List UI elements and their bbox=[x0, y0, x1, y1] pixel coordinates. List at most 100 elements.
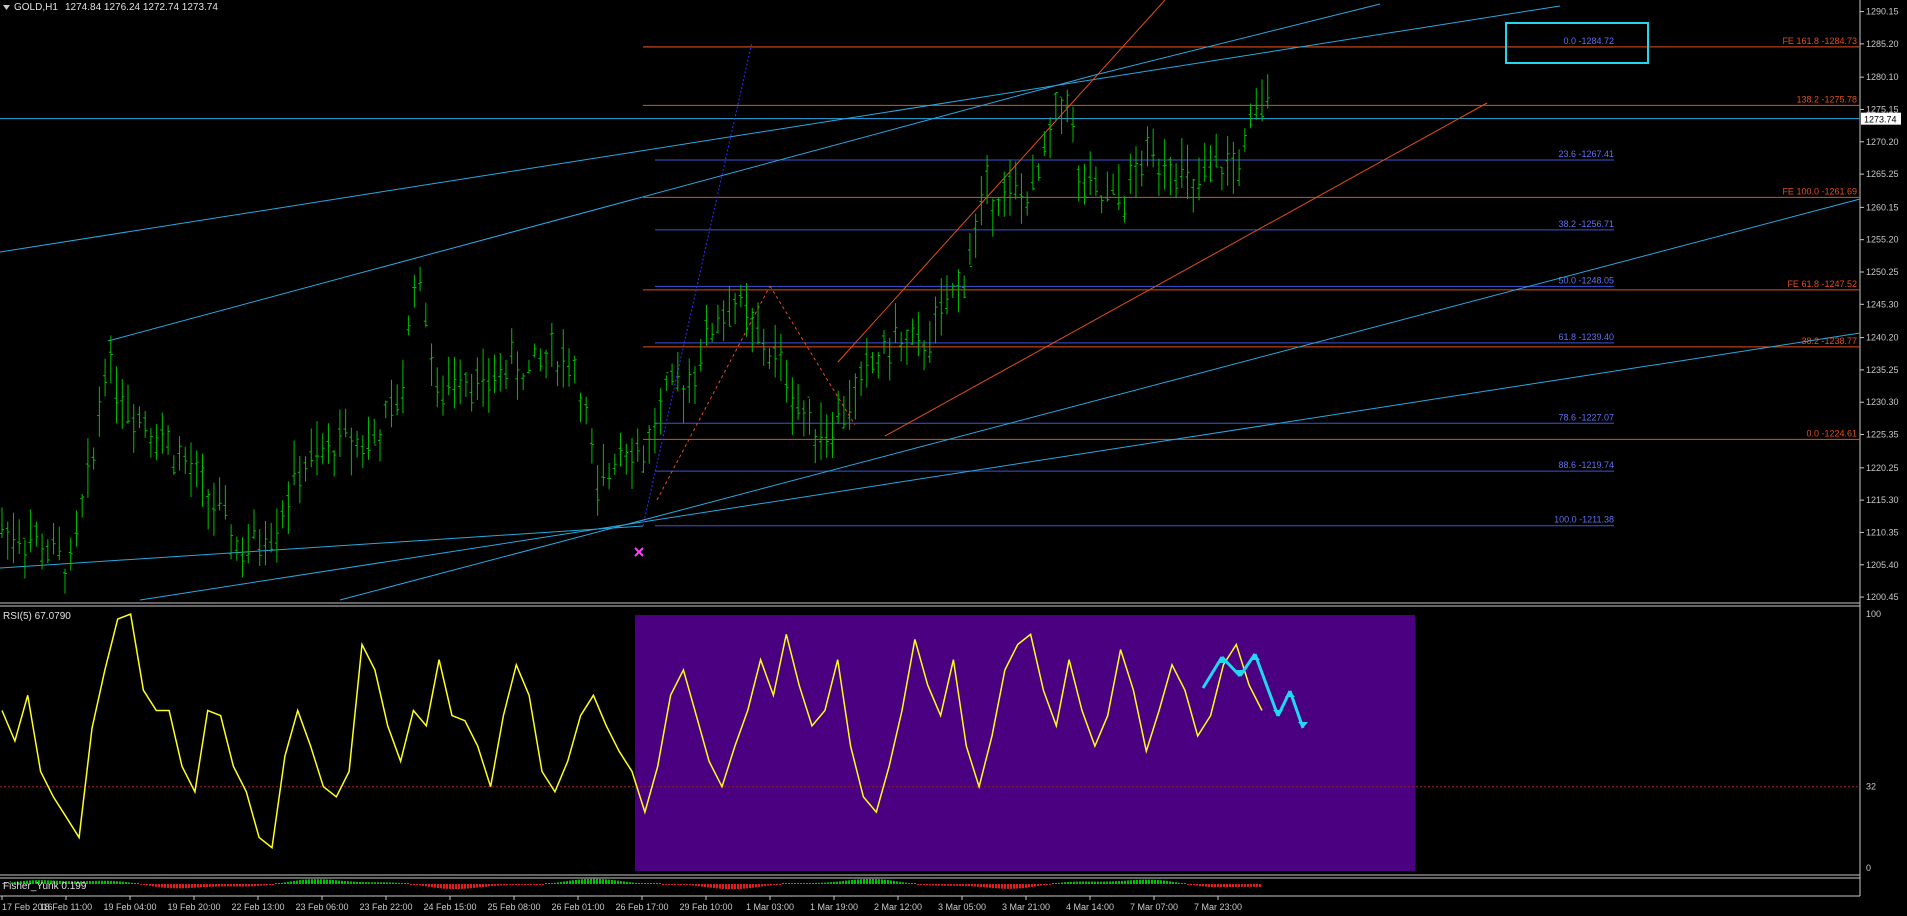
fisher-bar bbox=[1211, 884, 1213, 888]
fisher-bar bbox=[620, 881, 622, 884]
fisher-bar bbox=[89, 881, 91, 884]
fisher-bar bbox=[158, 884, 160, 888]
fisher-bar bbox=[215, 884, 217, 887]
fisher-bar bbox=[1118, 881, 1120, 884]
fisher-bar bbox=[140, 884, 142, 885]
fisher-bar bbox=[425, 884, 427, 887]
fisher-bar bbox=[245, 884, 247, 887]
fisher-bar bbox=[635, 882, 637, 884]
fisher-bar bbox=[386, 882, 388, 884]
fisher-bar bbox=[998, 884, 1000, 889]
fisher-bar bbox=[449, 884, 451, 889]
fisher-bar bbox=[332, 880, 334, 884]
fisher-bar bbox=[734, 884, 736, 890]
fisher-bar bbox=[965, 884, 967, 887]
rsi-highlight-layer bbox=[635, 615, 1415, 871]
time-tick-label: 23 Feb 06:00 bbox=[295, 902, 348, 912]
time-tick-label: 19 Feb 20:00 bbox=[167, 902, 220, 912]
fisher-bar bbox=[1172, 881, 1174, 884]
fisher-bar bbox=[953, 884, 955, 886]
fisher-bar bbox=[1223, 884, 1225, 888]
fisher-bar bbox=[971, 884, 973, 887]
fisher-bar bbox=[263, 884, 265, 886]
fisher-bar bbox=[509, 884, 511, 886]
fib-retracement-label: 100.0 -1211.38 bbox=[1554, 515, 1614, 525]
fib-expansion-label: FE 61.8 -1247.52 bbox=[1787, 279, 1857, 289]
fisher-bar bbox=[683, 884, 685, 885]
fisher-bar bbox=[986, 884, 988, 888]
fisher-bar bbox=[623, 881, 625, 884]
fisher-bar bbox=[470, 884, 472, 889]
fisher-bar bbox=[923, 884, 925, 885]
fisher-bar bbox=[1148, 879, 1150, 884]
fisher-bar bbox=[410, 884, 412, 885]
fisher-bar bbox=[401, 883, 403, 884]
fisher-bar bbox=[1244, 884, 1246, 887]
fisher-bar bbox=[290, 881, 292, 884]
fisher-bar bbox=[272, 884, 274, 885]
fisher-bar bbox=[500, 884, 502, 886]
fisher-bar bbox=[1016, 884, 1018, 889]
fisher-bar bbox=[1199, 884, 1201, 887]
fisher-bar bbox=[581, 879, 583, 884]
time-tick-label: 19 Feb 04:00 bbox=[103, 902, 156, 912]
fisher-bar bbox=[992, 884, 994, 889]
fisher-bar bbox=[1028, 884, 1030, 888]
fisher-bar bbox=[833, 881, 835, 884]
fisher-bar bbox=[572, 880, 574, 884]
fisher-bar bbox=[164, 884, 166, 888]
fisher-bar bbox=[554, 882, 556, 884]
fisher-bar bbox=[1226, 884, 1228, 888]
fisher-bar bbox=[872, 878, 874, 884]
price-tick-label: 1260.15 bbox=[1866, 202, 1899, 212]
fisher-bar bbox=[584, 879, 586, 884]
fisher-bar bbox=[671, 884, 673, 885]
fisher-bar bbox=[1049, 884, 1051, 885]
fisher-bar bbox=[860, 879, 862, 884]
price-tick-label: 1285.20 bbox=[1866, 39, 1899, 49]
current-price-label: 1273.74 bbox=[1864, 115, 1897, 125]
fisher-bar bbox=[227, 884, 229, 887]
fisher-bar bbox=[599, 878, 601, 884]
price-tick-label: 1225.35 bbox=[1866, 430, 1899, 440]
fisher-bar bbox=[1034, 884, 1036, 887]
fisher-bar bbox=[491, 884, 493, 887]
fisher-bar bbox=[278, 883, 280, 884]
fisher-bar bbox=[407, 883, 409, 884]
fisher-bar bbox=[269, 884, 271, 885]
fisher-bar bbox=[266, 884, 268, 886]
fisher-bar bbox=[1091, 881, 1093, 884]
fisher-bar bbox=[473, 884, 475, 888]
fisher-bar bbox=[566, 881, 568, 884]
fisher-bar bbox=[809, 883, 811, 884]
fisher-bar bbox=[836, 881, 838, 884]
chart-window[interactable]: 0.0 -1284.7223.6 -1267.4138.2 -1256.7150… bbox=[0, 0, 1907, 916]
fisher-bar bbox=[929, 884, 931, 886]
fisher-bar bbox=[902, 882, 904, 884]
time-tick-label: 29 Feb 10:00 bbox=[679, 902, 732, 912]
price-tick-label: 1220.25 bbox=[1866, 463, 1899, 473]
fisher-bar bbox=[374, 882, 376, 884]
fisher-bar bbox=[1157, 880, 1159, 884]
fisher-bar bbox=[1061, 882, 1063, 884]
fisher-bar bbox=[125, 882, 127, 884]
fisher-bar bbox=[1013, 884, 1015, 889]
fisher-bar bbox=[353, 881, 355, 884]
time-tick-label: 4 Mar 14:00 bbox=[1066, 902, 1114, 912]
fisher-bar bbox=[443, 884, 445, 889]
fisher-bar bbox=[179, 884, 181, 889]
fisher-bar bbox=[131, 882, 133, 884]
fisher-bar bbox=[749, 884, 751, 889]
fisher-bar bbox=[662, 884, 664, 885]
fisher-bar bbox=[938, 884, 940, 886]
fisher-bar bbox=[944, 884, 946, 886]
fisher-bar bbox=[200, 884, 202, 888]
fisher-bar bbox=[1229, 884, 1231, 888]
fisher-bar bbox=[848, 880, 850, 884]
fisher-bar bbox=[203, 884, 205, 888]
fisher-bar bbox=[647, 883, 649, 884]
fisher-bar bbox=[728, 884, 730, 890]
fisher-bar bbox=[689, 884, 691, 886]
fisher-bar bbox=[341, 880, 343, 884]
fisher-bar bbox=[746, 884, 748, 889]
